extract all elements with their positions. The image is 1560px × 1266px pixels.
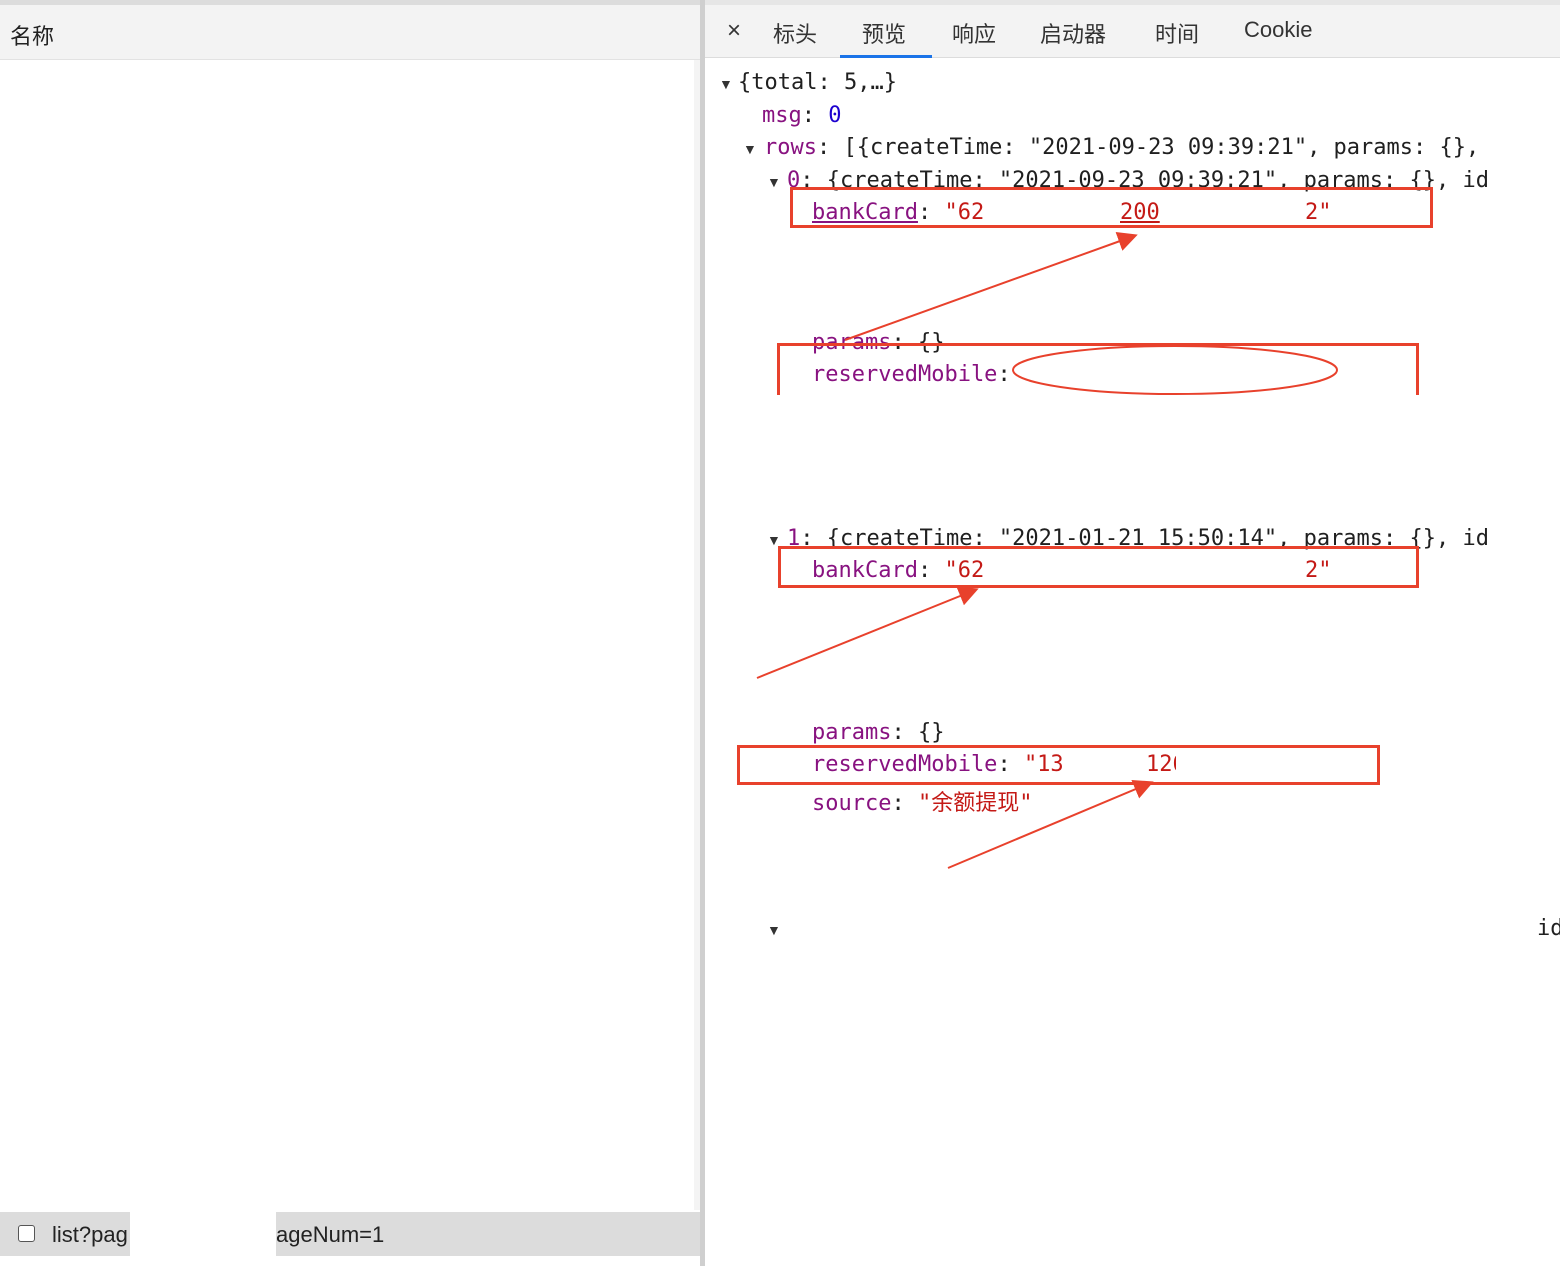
rows-summary: [{createTime: "2021-09-23 09:39:21", par… xyxy=(843,135,1480,160)
expand-toggle-icon[interactable]: ▼ xyxy=(767,174,781,190)
json-msg-line: msg: 0 xyxy=(762,103,842,128)
json-root[interactable]: {total: 5,…} xyxy=(738,70,897,95)
tab-headers[interactable]: 标头 xyxy=(773,17,817,49)
details-tab-bar: × 标头 预览 响应 启动器 时间 Cookie xyxy=(705,0,1560,58)
request-name-end[interactable]: ageNum=1 xyxy=(276,1222,384,1248)
redaction-block xyxy=(130,1212,276,1260)
tab-cookie[interactable]: Cookie xyxy=(1244,17,1312,43)
msg-value: 0 xyxy=(828,103,842,128)
request-list-panel: 名称 list?pag ageNum=1 xyxy=(0,0,701,1266)
tab-initiator[interactable]: 启动器 xyxy=(1040,17,1106,49)
annotation-box xyxy=(790,187,1433,228)
active-tab-indicator xyxy=(840,55,932,58)
row1-source-key: source xyxy=(812,791,892,816)
tab-preview[interactable]: 预览 xyxy=(862,17,906,49)
row2-trailing-text: id xyxy=(1537,916,1560,941)
expand-toggle-icon[interactable]: ▼ xyxy=(767,922,781,938)
request-checkbox[interactable] xyxy=(18,1225,35,1242)
close-icon[interactable]: × xyxy=(727,17,741,45)
row1-params-line: params: {} xyxy=(812,720,945,745)
request-name-start[interactable]: list?pag xyxy=(52,1222,128,1248)
expand-toggle-icon[interactable]: ▼ xyxy=(743,141,757,157)
tab-response[interactable]: 响应 xyxy=(952,17,996,49)
json-rows-line[interactable]: rows: [{createTime: "2021-09-23 09:39:21… xyxy=(764,135,1479,160)
annotation-box xyxy=(778,546,1419,588)
tab-timing[interactable]: 时间 xyxy=(1155,17,1199,49)
annotation-box xyxy=(737,745,1380,785)
name-column-header[interactable]: 名称 xyxy=(0,5,700,60)
row1-source-value: "余额提现" xyxy=(917,791,1033,816)
annotation-box xyxy=(777,343,1419,395)
expand-toggle-icon[interactable]: ▼ xyxy=(719,76,733,92)
row1-params-value: {} xyxy=(917,720,945,745)
msg-key: msg xyxy=(762,103,802,128)
rows-key: rows xyxy=(764,135,817,160)
row1-source-line: source: "余额提现" xyxy=(812,791,1033,816)
name-column-label: 名称 xyxy=(10,24,55,49)
row1-params-key: params xyxy=(812,720,892,745)
